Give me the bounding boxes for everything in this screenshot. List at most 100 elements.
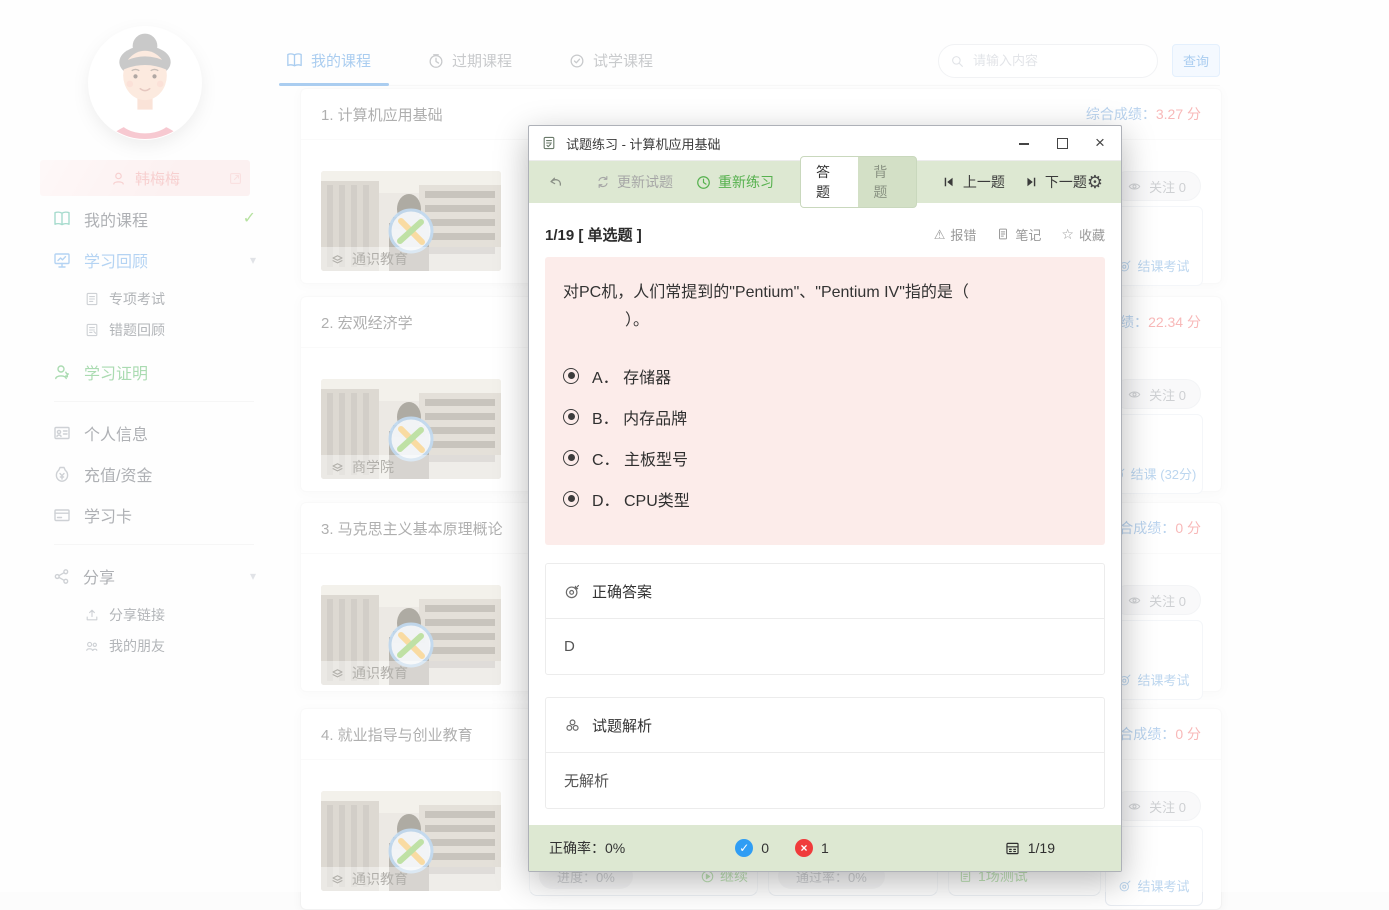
radio-icon [563,368,579,384]
sidebar-label: 我的课程 [84,207,231,231]
course-thumbnail[interactable]: 通识教育 [321,171,501,271]
follow-button[interactable]: 关注 0 [1112,379,1201,409]
search-area: 查询 [938,44,1220,78]
certificate-person-icon [52,362,72,382]
money-bag-icon [52,464,72,484]
prev-question-button[interactable]: 上一题 [941,172,1005,192]
question-text: 对PC机，人们常提到的"Pentium"、"Pentium IV"指的是（ ）。 [563,279,1087,335]
option-b[interactable]: B． 内存品牌 [563,396,1087,437]
search-input[interactable] [938,44,1158,78]
chevron-down-icon: ▾ [250,254,256,266]
favorite-button[interactable]: ☆ 收藏 [1061,225,1105,244]
book-icon [52,209,72,229]
course-thumbnail[interactable]: 通识教育 [321,585,501,685]
answer-sheet-pager[interactable]: 1/19 [1004,840,1055,857]
course-score: 综合成绩：3.27 分 [1086,104,1201,124]
follow-button[interactable]: 关注 0 [1112,171,1201,201]
option-a[interactable]: A． 存储器 [563,355,1087,396]
sidebar-item-my-courses[interactable]: 我的课程 ✓ [52,204,256,234]
tab-my-courses[interactable]: 我的课程 [283,36,373,85]
header: 我的课程 过期课程 试学课程 查询 [283,36,1220,86]
question-header: 1/19 [ 单选题 ] ⚠ 报错 笔记 ☆ 收藏 [545,211,1105,257]
sidebar-item-special-exam[interactable]: 专项考试 [84,286,256,312]
sidebar-label: 充值/资金 [84,462,256,486]
correct-answer-section: 正确答案 D [545,563,1105,675]
target-icon [1118,879,1132,893]
follow-button[interactable]: 关注 0 [1112,791,1201,821]
expand-icon[interactable] [228,169,243,186]
correct-icon: ✓ [735,839,753,857]
tab-label: 过期课程 [452,50,512,71]
sidebar-item-study-card[interactable]: 学习卡 [52,500,256,530]
course-badge: 通识教育 [321,867,501,891]
sidebar-label: 专项考试 [109,289,165,309]
avatar-illustration [88,26,202,140]
sidebar-label: 错题回顾 [109,320,165,340]
target-icon [564,583,581,600]
sidebar-menu: 我的课程 ✓ 学习回顾 ▾ 专项考试 错题回顾 学习证明 [52,204,256,664]
mode-answer-button[interactable]: 答题 [801,157,858,207]
close-icon[interactable]: × [1091,134,1109,152]
restart-practice-button[interactable]: 重新练习 [695,172,774,192]
sidebar-item-share[interactable]: 分享 ▾ [52,561,256,591]
option-d[interactable]: D． CPU类型 [563,478,1087,519]
next-question-button[interactable]: 下一题 [1023,172,1087,192]
share-link-icon [84,607,100,623]
report-error-button[interactable]: ⚠ 报错 [934,225,977,244]
eye-icon [1127,593,1142,608]
chevron-down-icon: ▾ [250,570,256,582]
wrong-note-icon [84,322,100,338]
radio-icon [563,491,579,507]
note-button[interactable]: 笔记 [996,225,1041,244]
answer-value: D [546,619,1104,674]
options: A． 存储器 B． 内存品牌 C． 主板型号 D． CPU类型 [563,355,1087,519]
question-tools: ⚠ 报错 笔记 ☆ 收藏 [934,225,1105,244]
minimize-icon[interactable] [1015,134,1033,152]
correct-stat: ✓ 0 [735,839,769,857]
sidebar-item-wrong-review[interactable]: 错题回顾 [84,317,256,343]
mode-segment: 答题 背题 [800,156,917,208]
section-title: 试题解析 [592,715,652,736]
follow-button[interactable]: 关注 0 [1112,585,1201,615]
mode-recite-button[interactable]: 背题 [858,157,915,207]
tab-label: 我的课程 [311,50,371,71]
username: 韩梅梅 [135,168,180,189]
eye-icon [1127,387,1142,402]
sidebar-item-my-friends[interactable]: 我的朋友 [84,633,256,659]
exam-doc-icon [84,291,100,307]
layers-icon [330,666,345,681]
book-icon [285,51,304,70]
sidebar-item-personal-info[interactable]: 个人信息 [52,418,256,448]
analysis-section: 试题解析 无解析 [545,697,1105,809]
tab-trial-courses[interactable]: 试学课程 [566,36,655,85]
tab-expired-courses[interactable]: 过期课程 [425,36,514,85]
course-title: 1. 计算机应用基础 [321,104,443,125]
analysis-cubes-icon [564,717,581,734]
sidebar-item-share-link[interactable]: 分享链接 [84,602,256,628]
avatar[interactable] [88,26,202,140]
gear-icon[interactable]: ⚙ [1087,173,1103,191]
course-thumbnail[interactable]: 通识教育 [321,791,501,891]
analysis-value: 无解析 [546,753,1104,808]
sidebar-item-study-review[interactable]: 学习回顾 ▾ [52,245,256,275]
sidebar-item-recharge[interactable]: 充值/资金 [52,459,256,489]
course-tabs: 我的课程 过期课程 试学课程 [283,36,655,85]
radio-icon [563,450,579,466]
sidebar-item-study-cert[interactable]: 学习证明 [52,357,256,387]
refresh-icon [595,174,611,190]
undo-icon[interactable] [547,173,565,191]
option-c[interactable]: C． 主板型号 [563,437,1087,478]
trial-badge-icon [568,52,586,70]
radio-icon [563,409,579,425]
note-icon [996,227,1010,241]
username-banner[interactable]: 韩梅梅 [40,160,250,196]
maximize-icon[interactable] [1053,134,1071,152]
course-badge: 通识教育 [321,661,501,685]
divider [54,401,254,402]
course-title: 4. 就业指导与创业教育 [321,724,473,745]
query-button[interactable]: 查询 [1172,44,1220,77]
update-questions-button[interactable]: 更新试题 [595,172,673,192]
question-index: 1/19 [ 单选题 ] [545,224,642,245]
course-thumbnail[interactable]: 商学院 [321,379,501,479]
modal-title: 试题练习 - 计算机应用基础 [566,134,721,153]
